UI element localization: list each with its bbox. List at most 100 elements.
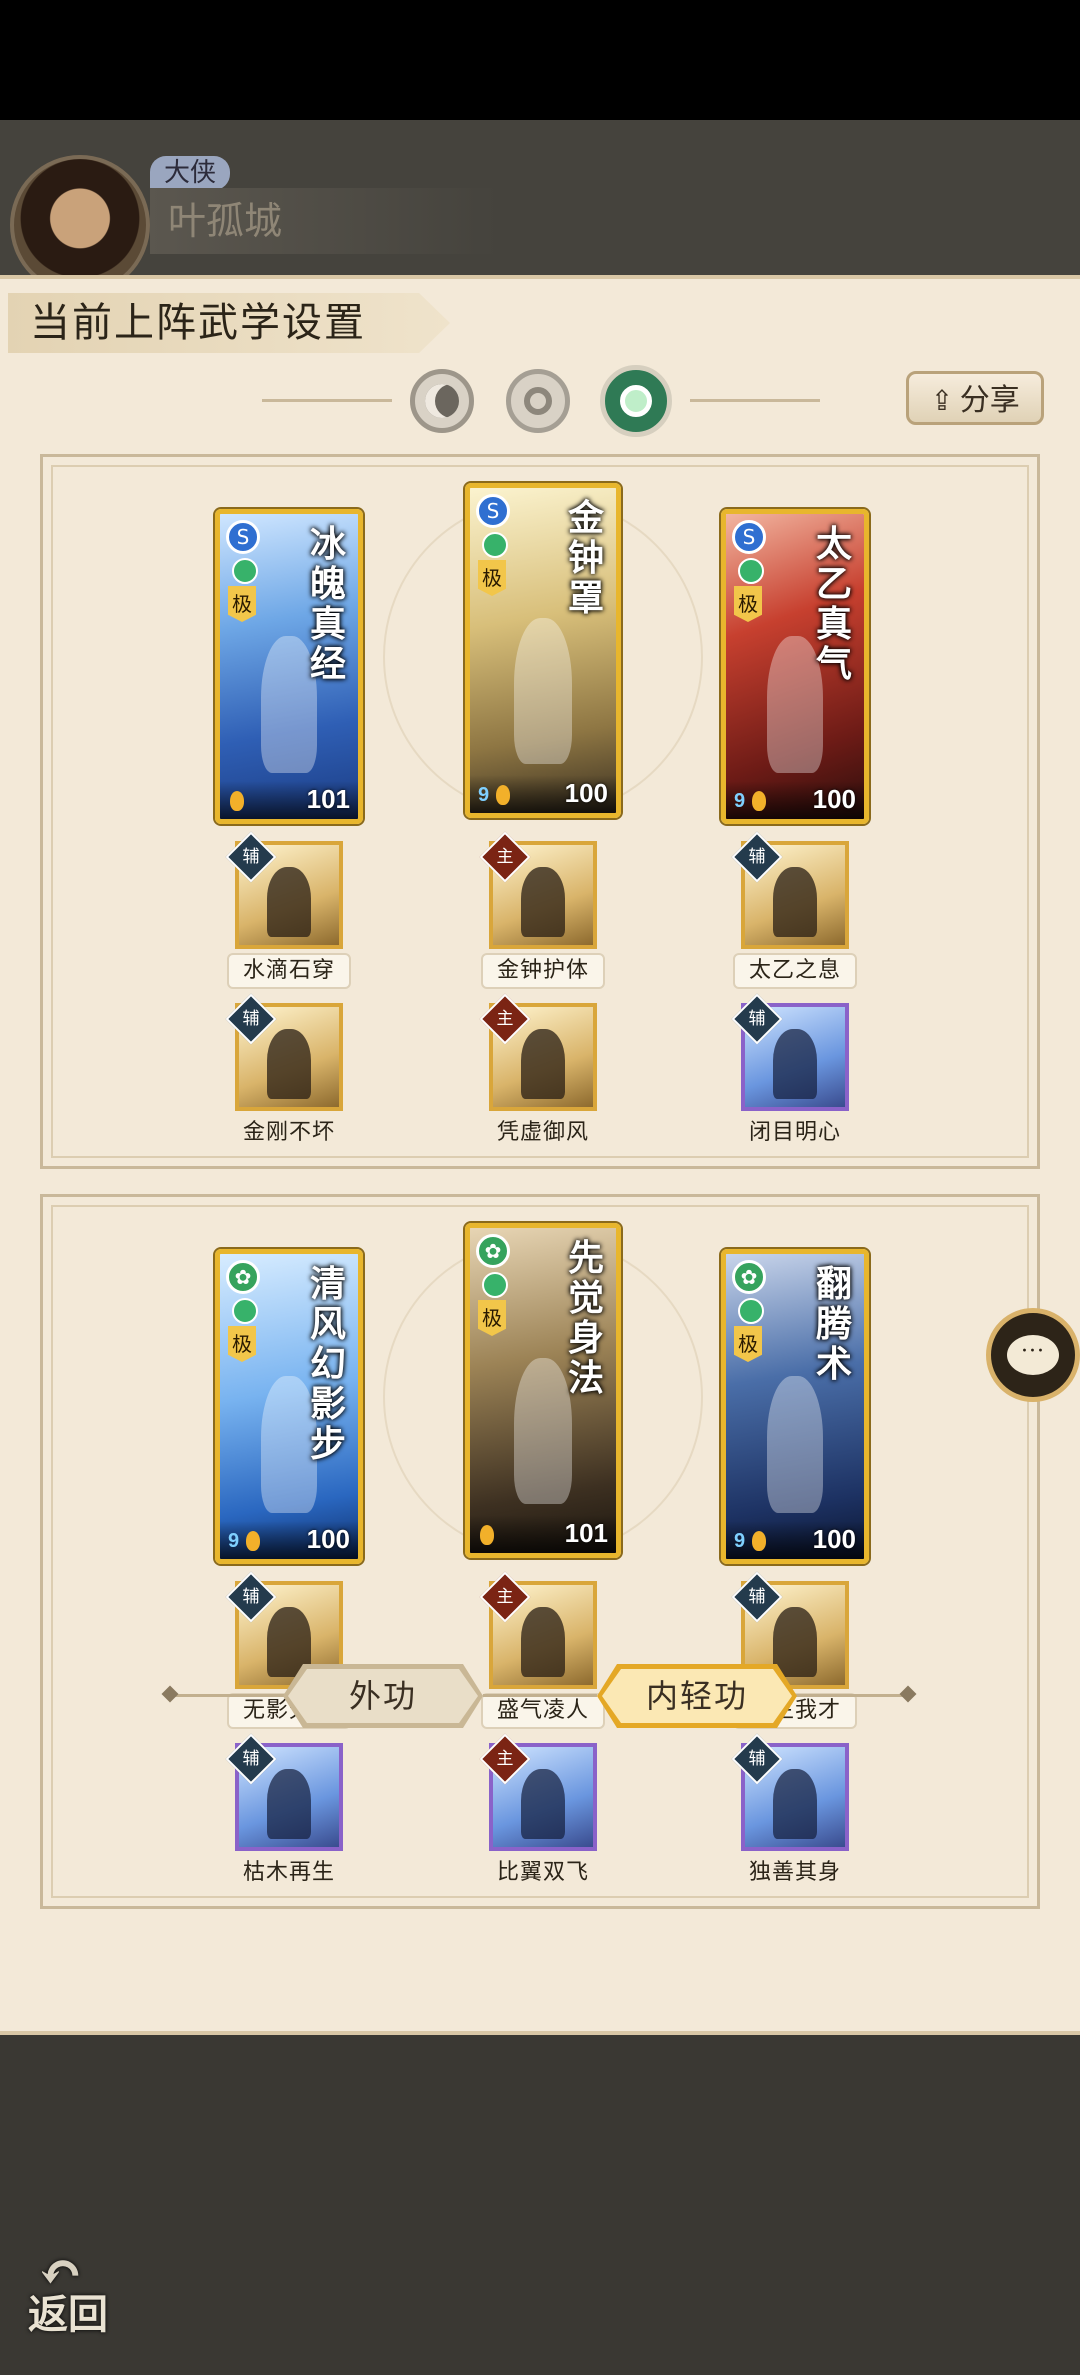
grade-badge: 极	[478, 560, 506, 596]
card-level: 100	[306, 1524, 350, 1554]
skill-slot[interactable]: 辅 闭目明心	[715, 993, 875, 1151]
flame-icon	[496, 785, 510, 805]
skill-tag: 主	[479, 831, 531, 883]
tab-divider-right	[796, 1694, 908, 1697]
tab-divider-left	[172, 1694, 284, 1697]
grade-badge: 极	[734, 586, 762, 622]
card-level: 101	[306, 784, 350, 814]
card-art	[470, 1228, 616, 1553]
decorative-seal	[383, 497, 703, 817]
share-button[interactable]: ⇪ 分享	[906, 371, 1044, 425]
flame-icon	[752, 791, 766, 811]
card-title: 冰魄真经	[310, 523, 347, 685]
card-figure	[767, 1376, 823, 1514]
martial-card-3[interactable]: S 极 太乙真气 9 100	[721, 509, 869, 824]
card-figure	[767, 636, 823, 774]
flame-icon	[752, 1531, 766, 1551]
tab-label: 内轻功	[645, 1677, 748, 1715]
type-badge-icon: S	[226, 520, 260, 554]
card-footer	[220, 781, 358, 819]
card-level: 101	[564, 1518, 608, 1548]
status-bar	[0, 0, 1080, 120]
martial-card-2[interactable]: S 极 金钟罩 9 100	[465, 483, 621, 818]
skill-slot[interactable]: 辅 独善其身	[715, 1733, 875, 1891]
martial-card-5[interactable]: ✿ 极 先觉身法 101	[465, 1223, 621, 1558]
skill-tag: 辅	[225, 993, 277, 1045]
card-figure	[513, 1358, 573, 1505]
tab-label: 外功	[348, 1677, 417, 1715]
skill-icon: 主	[479, 1571, 597, 1689]
gem-icon	[232, 558, 258, 584]
gem-icon	[482, 532, 508, 558]
card-footer	[726, 781, 864, 819]
share-label: 分享	[959, 383, 1020, 418]
grade-badge: 极	[734, 1326, 762, 1362]
skill-tag: 辅	[731, 993, 783, 1045]
grade-badge: 极	[228, 586, 256, 622]
skill-tag: 辅	[731, 1733, 783, 1785]
card-level: 100	[564, 778, 608, 808]
card-figure	[513, 618, 573, 765]
skill-tag: 辅	[225, 831, 277, 883]
skill-tag: 辅	[731, 831, 783, 883]
martial-card-1[interactable]: S 极 冰魄真经 101	[215, 509, 363, 824]
skill-slot[interactable]: 辅 太乙之息	[715, 831, 875, 989]
skill-label: 凭虚御风	[496, 1120, 589, 1145]
grade-badge: 极	[228, 1326, 256, 1362]
skill-label: 水滴石穿	[226, 953, 351, 989]
card-footer	[470, 775, 616, 813]
skill-icon: 辅	[731, 831, 849, 949]
skill-icon: 辅	[731, 993, 849, 1111]
martial-card-4[interactable]: ✿ 极 清风幻影步 9 100	[215, 1249, 363, 1564]
card-figure	[261, 1376, 317, 1514]
card-art	[726, 514, 864, 819]
mode-divider-right	[690, 399, 820, 402]
card-level: 100	[812, 1524, 856, 1554]
chat-icon[interactable]	[986, 1308, 1080, 1402]
skill-slot[interactable]: 主 比翼双飞	[463, 1733, 623, 1891]
card-title: 翻腾术	[816, 1263, 853, 1385]
skill-icon: 辅	[731, 1733, 849, 1851]
player-avatar[interactable]	[10, 155, 150, 295]
skill-tag: 辅	[225, 1733, 277, 1785]
card-title: 清风幻影步	[310, 1263, 347, 1465]
skill-tag: 主	[479, 993, 531, 1045]
skill-slot[interactable]: 辅 金刚不坏	[209, 993, 369, 1151]
skill-slot[interactable]: 主 盛气凌人	[463, 1571, 623, 1729]
type-badge-icon: ✿	[476, 1234, 510, 1268]
skill-label: 枯木再生	[242, 1860, 335, 1885]
skill-label: 盛气凌人	[480, 1693, 605, 1729]
skill-slot[interactable]: 主 金钟护体	[463, 831, 623, 989]
skill-icon: 辅	[225, 993, 343, 1111]
skill-tag: 主	[479, 1733, 531, 1785]
skill-label: 独善其身	[748, 1860, 841, 1885]
grade-badge: 极	[478, 1300, 506, 1336]
skill-icon: 主	[479, 831, 597, 949]
martial-card-6[interactable]: ✿ 极 翻腾术 9 100	[721, 1249, 869, 1564]
card-footer	[470, 1515, 616, 1553]
skill-tag: 辅	[731, 1571, 783, 1623]
panel-title: 当前上阵武学设置	[8, 293, 450, 353]
skill-slot[interactable]: 辅 枯木再生	[209, 1733, 369, 1891]
skill-label: 比翼双飞	[496, 1860, 589, 1885]
skill-slot[interactable]: 主 凭虚御风	[463, 993, 623, 1151]
skill-tag: 主	[479, 1571, 531, 1623]
star-count: 9	[734, 1530, 746, 1552]
moon-icon[interactable]	[410, 369, 474, 433]
share-icon: ⇪	[930, 384, 954, 417]
card-footer	[220, 1521, 358, 1559]
flame-icon	[246, 1531, 260, 1551]
skill-slot[interactable]: 辅 水滴石穿	[209, 831, 369, 989]
skill-label: 闭目明心	[748, 1120, 841, 1145]
tab-outer-arts[interactable]: 外功	[283, 1664, 483, 1728]
martial-arts-panel: 当前上阵武学设置 ⇪ 分享 S 极 冰魄真经 101 S 极 金钟罩 9 100…	[0, 275, 1080, 2035]
leaf-icon[interactable]	[600, 365, 672, 437]
gem-icon	[232, 1298, 258, 1324]
skill-icon: 辅	[225, 1733, 343, 1851]
skill-label: 太乙之息	[732, 953, 857, 989]
flame-icon	[480, 1525, 494, 1545]
sun-icon[interactable]	[506, 369, 570, 433]
card-title: 先觉身法	[568, 1237, 605, 1399]
tab-inner-light-arts[interactable]: 内轻功	[597, 1664, 797, 1728]
back-button[interactable]: ↶ 返回	[28, 2240, 138, 2340]
